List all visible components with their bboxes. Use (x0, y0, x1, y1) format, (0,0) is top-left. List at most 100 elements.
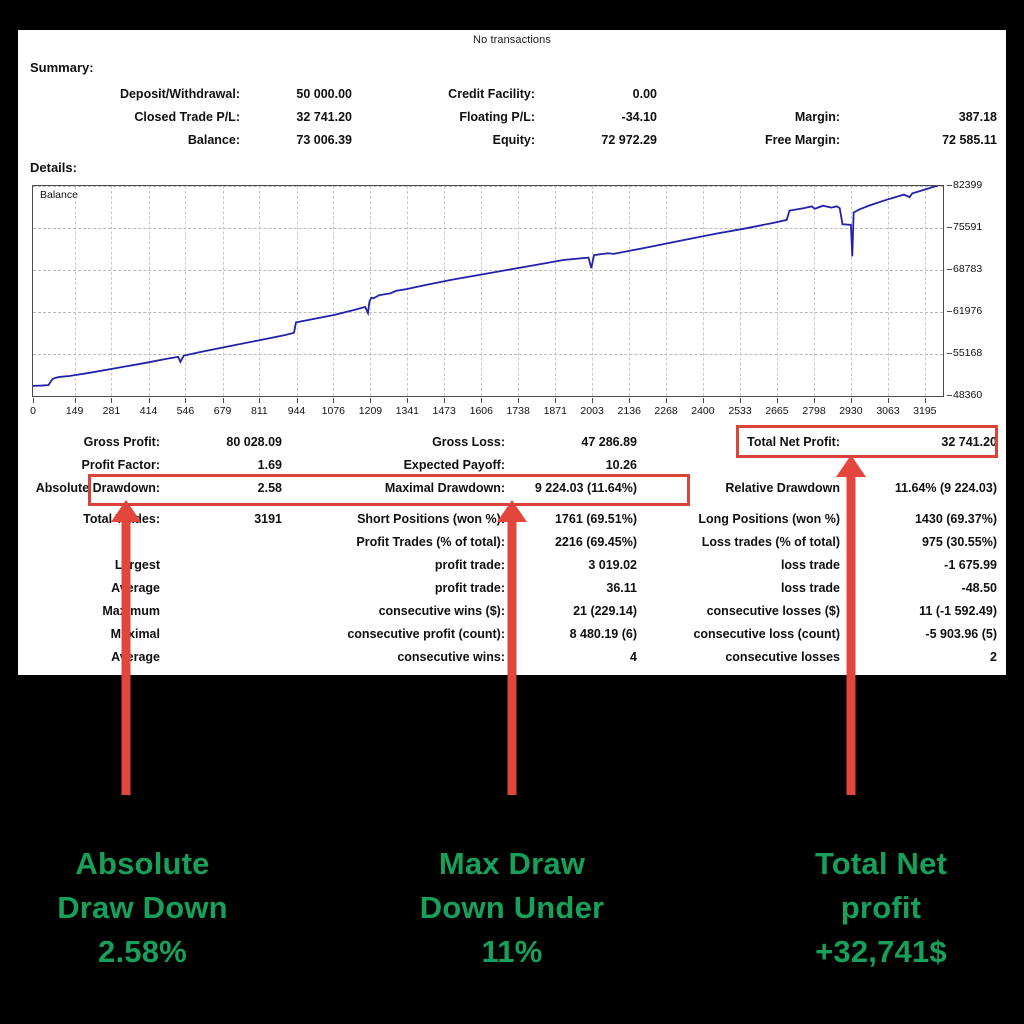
chart-x-tick-label: 0 (30, 405, 36, 417)
summary-cell-value: 387.18 (958, 110, 997, 124)
details-cell-value: 975 (30.55%) (921, 535, 997, 549)
chart-x-tick-mark (74, 398, 76, 403)
chart-x-tick-mark (740, 398, 742, 403)
chart-x-tick-mark (296, 398, 298, 403)
balance-chart-plot-area: Balance (32, 185, 944, 397)
caption-line-2: profit (840, 890, 922, 925)
chart-x-tick-mark (370, 398, 372, 403)
chart-x-tick-label: 281 (102, 405, 121, 417)
summary-row: Deposit/Withdrawal: 50 000.00 Credit Fac… (18, 87, 1006, 110)
chart-x-tick-mark (259, 398, 261, 403)
chart-x-tick-mark (444, 398, 446, 403)
chart-x-tick-mark (666, 398, 668, 403)
details-cell-value: 36.11 (606, 581, 637, 595)
chart-x-tick-mark (592, 398, 594, 403)
details-cell-value: 3191 (254, 512, 282, 526)
chart-x-tick-mark (333, 398, 335, 403)
details-cell-value (168, 650, 288, 673)
caption-total-net-profit: Total Net profit +32,741$ (750, 842, 1012, 974)
chart-x-tick-mark (555, 398, 557, 403)
no-transactions-label: No transactions (473, 34, 551, 46)
chart-x-tick-mark (924, 398, 926, 403)
details-cell-value: 8 480.19 (6) (569, 627, 637, 641)
chart-x-tick-label: 414 (139, 405, 158, 417)
chart-x-tick-label: 2136 (617, 405, 641, 417)
caption-line-1: Absolute (75, 846, 210, 881)
summary-cell-label: Margin: (794, 110, 840, 124)
chart-y-tick-mark (947, 395, 952, 396)
summary-row: Balance: 73 006.39 Equity: 72 972.29 Fre… (18, 133, 1006, 156)
chart-y-tick-mark (947, 352, 952, 354)
details-cell-label: Largest (114, 558, 160, 572)
summary-cell-value: 72 972.29 (601, 133, 657, 147)
details-cell-value (848, 458, 1003, 481)
details-cell-label: Total Trades: (83, 512, 160, 526)
details-cell-label: consecutive loss (count) (693, 627, 840, 641)
details-cell-value: -48.50 (961, 581, 997, 595)
arrow-shaft (121, 520, 131, 795)
summary-cell-value: 73 006.39 (296, 133, 352, 147)
chart-x-tick-mark (481, 398, 483, 403)
summary-cell-value (848, 87, 1003, 110)
chart-x-tick-label: 2533 (728, 405, 752, 417)
details-cell-label: Short Positions (won %): (357, 512, 505, 526)
caption-line-2: Down Under (419, 890, 605, 925)
summary-cell-label (663, 87, 848, 110)
chart-x-tick-label: 2798 (802, 405, 826, 417)
details-cell-value (168, 558, 288, 581)
chart-x-tick-mark (814, 398, 816, 403)
details-cell-value: 4 (630, 650, 637, 664)
summary-cell-value: 50 000.00 (296, 87, 352, 101)
chart-x-tick-mark (888, 398, 889, 403)
arrow-head-icon (111, 500, 141, 522)
chart-y-tick-mark (947, 269, 952, 270)
summary-cell-label: Equity: (492, 133, 535, 147)
balance-equity-curve (33, 186, 940, 387)
details-cell-label: consecutive wins: (397, 650, 505, 664)
chart-x-tick-label: 1209 (358, 405, 383, 417)
details-cell-label: consecutive wins ($): (378, 604, 505, 618)
chart-y-tick-label: 61976 (953, 304, 983, 317)
details-cell-label: Absolute Drawdown: (35, 481, 160, 495)
details-cell-value: 1.69 (257, 458, 282, 472)
summary-cell-label: Deposit/Withdrawal: (119, 87, 240, 101)
chart-y-tick-mark (947, 310, 952, 312)
details-cell-value (168, 535, 288, 558)
chart-legend-label: Balance (38, 189, 80, 201)
chart-x-tick-mark (148, 398, 150, 403)
chart-x-tick-label: 1473 (432, 405, 456, 417)
arrow-shaft (846, 475, 856, 795)
details-cell-label (643, 458, 848, 481)
chart-x-tick-label: 2930 (839, 405, 863, 417)
details-cell-value: -1 675.99 (944, 558, 997, 572)
details-cell-value: 1761 (69.51%) (554, 512, 637, 526)
chart-x-tick-label: 3063 (876, 405, 900, 417)
details-cell-label: Maximum (102, 604, 160, 618)
details-cell-label: Profit Trades (% of total): (356, 535, 505, 549)
details-cell-label: Long Positions (won %) (698, 512, 840, 526)
summary-row: Closed Trade P/L: 32 741.20 Floating P/L… (18, 110, 1006, 133)
chart-x-tick-label: 149 (65, 405, 84, 417)
arrow-absolute-drawdown (109, 500, 143, 795)
details-cell-value: -5 903.96 (5) (925, 627, 997, 641)
chart-x-tick-mark (407, 398, 409, 403)
details-cell-label: Gross Loss: (432, 435, 505, 449)
chart-gridline-horizontal (33, 396, 943, 397)
chart-y-axis: 48360 55168 61976 68783 75591 82399 (947, 179, 993, 401)
details-cell-value: 2 (990, 650, 997, 664)
chart-x-tick-label: 1341 (395, 405, 420, 417)
chart-y-tick-mark (947, 185, 952, 186)
summary-cell-value: 0.00 (632, 87, 657, 101)
caption-value: +32,741$ (815, 934, 947, 969)
details-cell-value (168, 581, 288, 604)
caption-line-1: Total Net (814, 846, 948, 881)
chart-x-tick-mark (185, 398, 187, 403)
balance-chart: Balance 48360 55168 61976 68783 75591 82399 0… (30, 179, 987, 427)
summary-cell-value: 72 585.11 (942, 133, 997, 147)
chart-y-tick-mark (947, 227, 952, 228)
details-cell-label: Relative Drawdown (725, 481, 840, 495)
details-cell-label: consecutive losses (725, 650, 840, 664)
details-cell-value: 21 (229.14) (573, 604, 637, 618)
chart-x-tick-label: 1606 (469, 405, 493, 417)
summary-cell-label: Floating P/L: (459, 110, 535, 124)
